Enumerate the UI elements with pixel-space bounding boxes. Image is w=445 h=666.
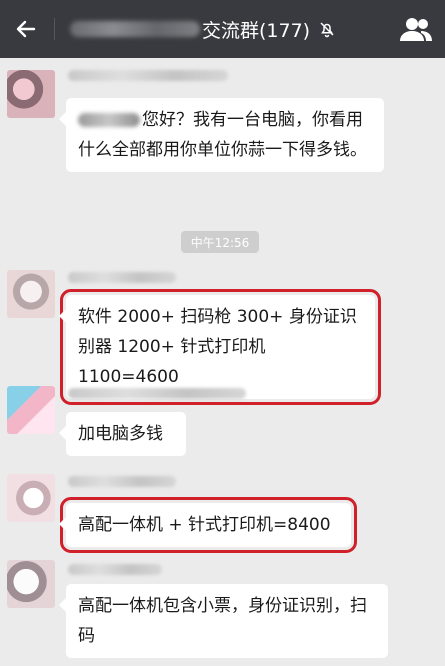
group-members-icon <box>400 18 432 41</box>
message-text: 高配一体机包含小票，身份证识别，扫码 <box>78 596 367 646</box>
avatar[interactable] <box>7 270 55 318</box>
avatar[interactable] <box>7 386 55 434</box>
redacted-title-text <box>70 21 200 37</box>
redacted-sender-name <box>68 70 228 81</box>
message-text: 加电脑多钱 <box>78 424 163 444</box>
chat-timestamp: 中午12:56 <box>181 231 259 253</box>
chat-title: 交流群(177) <box>202 19 311 42</box>
message-text: 高配一体机 + 针式打印机=8400 <box>78 515 331 535</box>
bell-off-icon <box>318 20 336 38</box>
avatar[interactable] <box>7 560 55 608</box>
redacted-sender-name <box>68 476 176 487</box>
header-divider <box>54 18 55 40</box>
redacted-sender-name <box>68 388 246 399</box>
redacted-text <box>78 113 140 127</box>
chat-title-area: 交流群(177) <box>70 0 336 58</box>
chat-header: 交流群(177) <box>0 0 445 58</box>
avatar[interactable] <box>7 70 55 118</box>
group-members-button[interactable] <box>399 13 433 45</box>
back-button[interactable] <box>6 9 46 49</box>
redacted-sender-name <box>68 272 176 283</box>
message-bubble-highlighted[interactable]: 高配一体机 + 针式打印机=8400 <box>59 497 357 553</box>
message-bubble[interactable]: 加电脑多钱 <box>59 412 186 456</box>
arrow-left-icon <box>16 20 36 38</box>
redacted-sender-name <box>68 564 162 575</box>
avatar[interactable] <box>7 474 55 522</box>
message-bubble-highlighted[interactable]: 软件 2000+ 扫码枪 300+ 身份证识别器 1200+ 针式打印机 110… <box>59 289 381 405</box>
message-text: 软件 2000+ 扫码枪 300+ 身份证识别器 1200+ 针式打印机 110… <box>78 307 357 387</box>
message-bubble[interactable]: 高配一体机包含小票，身份证识别，扫码 <box>59 584 388 658</box>
message-bubble[interactable]: 您好？我有一台电脑，你看用什么全部都用你单位你蒜一下得多钱。 <box>59 98 384 172</box>
